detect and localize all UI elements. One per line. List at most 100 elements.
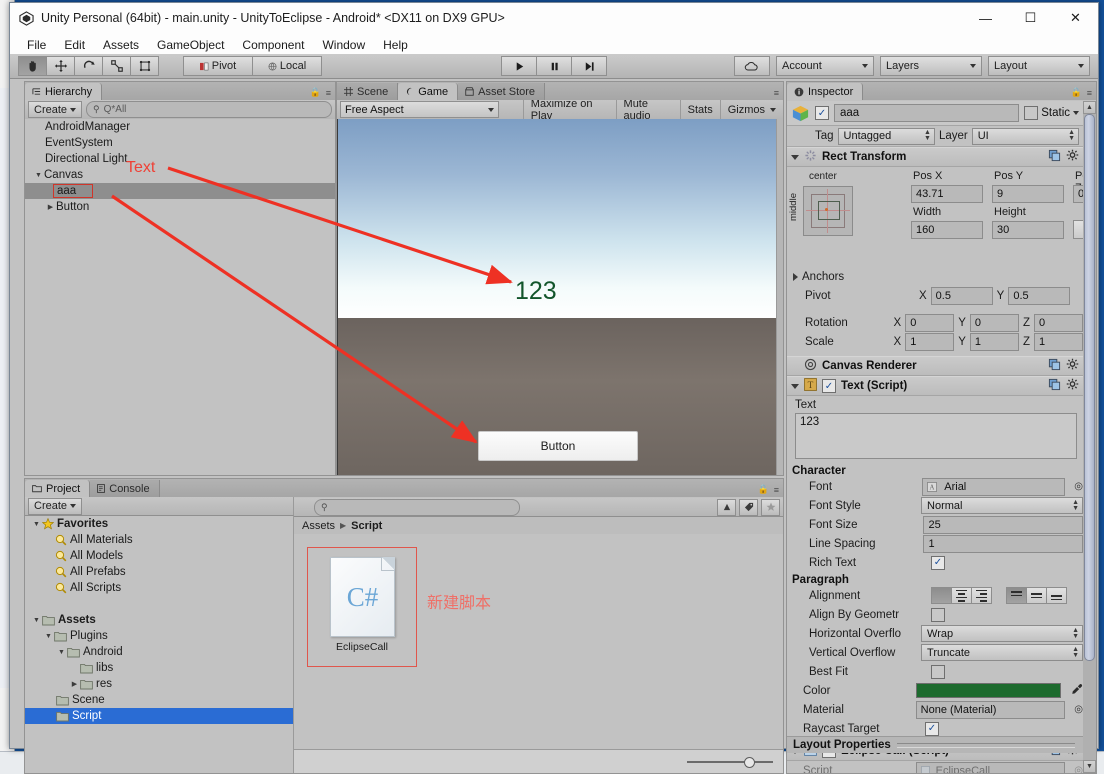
- project-tree-res[interactable]: ▶ res: [25, 676, 293, 692]
- align-top-icon[interactable]: [1006, 587, 1026, 604]
- rotation-x-field[interactable]: 0: [905, 313, 955, 332]
- best-fit-checkbox[interactable]: [931, 664, 945, 679]
- chevron-right-icon[interactable]: [793, 272, 798, 281]
- line-spacing-field[interactable]: 1: [923, 534, 1083, 553]
- layer-dropdown[interactable]: UI ▲ ▼: [971, 127, 1079, 145]
- font-picker-icon[interactable]: ◎: [1074, 481, 1083, 492]
- eyedropper-icon[interactable]: [1071, 683, 1083, 698]
- chevron-down-icon[interactable]: [791, 383, 799, 389]
- chevron-down-icon[interactable]: ▼: [31, 617, 42, 624]
- lock-icon[interactable]: 🔒: [1071, 87, 1082, 98]
- color-swatch[interactable]: [915, 683, 1061, 698]
- hierarchy-item-aaa[interactable]: aaa: [25, 183, 335, 199]
- cloud-icon[interactable]: [734, 56, 770, 76]
- horizontal-overflow-dropdown[interactable]: Wrap ▲ ▼: [921, 625, 1083, 642]
- material-object-field[interactable]: None (Material): [915, 700, 1066, 719]
- align-right-icon[interactable]: [971, 587, 992, 604]
- breadcrumb-assets[interactable]: Assets: [302, 520, 335, 532]
- chevron-right-icon[interactable]: ▶: [45, 203, 56, 211]
- filter-type-icon[interactable]: [717, 498, 736, 516]
- layout-properties-bar[interactable]: Layout Properties: [787, 736, 1083, 753]
- scroll-down-icon[interactable]: ▼: [1083, 760, 1096, 773]
- lock-icon[interactable]: 🔒: [310, 87, 321, 98]
- pivot-x-field[interactable]: 0.5: [930, 286, 993, 305]
- scrollbar-thumb[interactable]: [1084, 114, 1095, 661]
- project-tree-favorites[interactable]: ▼ Favorites: [25, 516, 293, 532]
- project-tree-plugins[interactable]: ▼ Plugins: [25, 628, 293, 644]
- menu-icon[interactable]: ≡: [1087, 88, 1092, 98]
- scroll-up-icon[interactable]: ▲: [1083, 101, 1096, 114]
- gear-icon[interactable]: [1066, 378, 1079, 394]
- asset-zoom-slider[interactable]: [687, 757, 773, 768]
- align-by-geometry-checkbox[interactable]: [931, 607, 945, 622]
- text-value-textarea[interactable]: 123: [795, 413, 1077, 459]
- chevron-down-icon[interactable]: ▼: [33, 172, 44, 179]
- aspect-dropdown[interactable]: Free Aspect: [340, 101, 499, 118]
- chevron-down-icon[interactable]: ▼: [56, 649, 67, 656]
- project-tree-assets[interactable]: ▼ Assets: [25, 612, 293, 628]
- height-field[interactable]: 30: [992, 221, 1064, 239]
- align-center-icon[interactable]: [951, 587, 971, 604]
- tab-asset-store[interactable]: Asset Store: [458, 83, 546, 100]
- tab-project[interactable]: Project: [25, 480, 91, 497]
- tab-game[interactable]: Game: [398, 83, 459, 100]
- project-search-input[interactable]: ⚲: [314, 498, 520, 516]
- hierarchy-item-androidmanager[interactable]: AndroidManager: [25, 119, 335, 135]
- pivot-toggle[interactable]: Pivot: [183, 56, 252, 76]
- object-name-field[interactable]: aaa: [834, 104, 1020, 122]
- pos-y-field[interactable]: 9: [992, 185, 1064, 203]
- menu-edit[interactable]: Edit: [55, 36, 94, 54]
- menu-component[interactable]: Component: [233, 36, 313, 54]
- layout-dropdown[interactable]: Layout: [988, 56, 1090, 76]
- pause-button[interactable]: [536, 56, 571, 76]
- vertical-overflow-dropdown[interactable]: Truncate ▲ ▼: [921, 644, 1083, 661]
- play-button[interactable]: [501, 56, 536, 76]
- move-tool-icon[interactable]: [46, 56, 74, 76]
- filter-label-icon[interactable]: [739, 498, 758, 516]
- tab-console[interactable]: Console: [90, 480, 160, 497]
- lock-icon[interactable]: 🔒: [758, 484, 769, 495]
- project-tree-script[interactable]: Script: [25, 708, 293, 724]
- pivot-y-field[interactable]: 0.5: [1008, 286, 1071, 305]
- scale-x-field[interactable]: 1: [905, 332, 955, 351]
- component-header-text-script[interactable]: T ✓ Text (Script): [787, 376, 1083, 396]
- hand-tool-icon[interactable]: [18, 56, 46, 76]
- chevron-down-icon[interactable]: ▼: [43, 633, 54, 640]
- scale-tool-icon[interactable]: [102, 56, 130, 76]
- chevron-down-icon[interactable]: [1073, 111, 1079, 115]
- hierarchy-item-eventsystem[interactable]: EventSystem: [25, 135, 335, 151]
- menu-gameobject[interactable]: GameObject: [148, 36, 233, 54]
- material-picker-icon[interactable]: ◎: [1074, 704, 1083, 715]
- rotation-y-field[interactable]: 0: [969, 313, 1019, 332]
- anchor-preset-widget[interactable]: [803, 186, 853, 236]
- static-toggle[interactable]: Static: [1024, 106, 1079, 120]
- preset-icon[interactable]: [1048, 378, 1061, 394]
- gameview-scrollbar[interactable]: [776, 119, 783, 475]
- inspector-scrollbar[interactable]: ▲ ▼: [1082, 101, 1096, 773]
- stats-button[interactable]: Stats: [679, 100, 720, 119]
- breadcrumb-script[interactable]: Script: [351, 520, 382, 532]
- account-dropdown[interactable]: Account: [776, 56, 874, 76]
- project-create-button[interactable]: Create: [28, 497, 83, 515]
- menu-assets[interactable]: Assets: [94, 36, 148, 54]
- preset-icon[interactable]: [1048, 358, 1061, 374]
- scale-z-field[interactable]: 1: [1033, 332, 1083, 351]
- rich-text-checkbox[interactable]: ✓: [931, 555, 945, 570]
- chevron-down-icon[interactable]: ▼: [31, 521, 42, 528]
- gear-icon[interactable]: [1066, 358, 1079, 374]
- tab-hierarchy[interactable]: Hierarchy: [25, 83, 103, 100]
- font-style-dropdown[interactable]: Normal ▲ ▼: [921, 497, 1083, 514]
- hierarchy-create-button[interactable]: Create: [28, 101, 83, 118]
- maximize-button[interactable]: ☐: [1008, 3, 1053, 33]
- hierarchy-item-canvas[interactable]: ▼ Canvas: [25, 167, 335, 183]
- gizmos-button[interactable]: Gizmos: [719, 100, 783, 119]
- static-checkbox[interactable]: [1024, 106, 1039, 120]
- game-canvas[interactable]: 123 Button: [337, 119, 783, 475]
- menu-icon[interactable]: ≡: [774, 485, 779, 495]
- component-header-rect-transform[interactable]: Rect Transform: [787, 147, 1083, 167]
- text-script-enabled-checkbox[interactable]: ✓: [822, 379, 836, 393]
- menu-window[interactable]: Window: [313, 36, 374, 54]
- chevron-right-icon[interactable]: ▶: [69, 680, 80, 688]
- rotate-tool-icon[interactable]: [74, 56, 102, 76]
- maximize-on-play-button[interactable]: Maximize on Play: [522, 98, 616, 122]
